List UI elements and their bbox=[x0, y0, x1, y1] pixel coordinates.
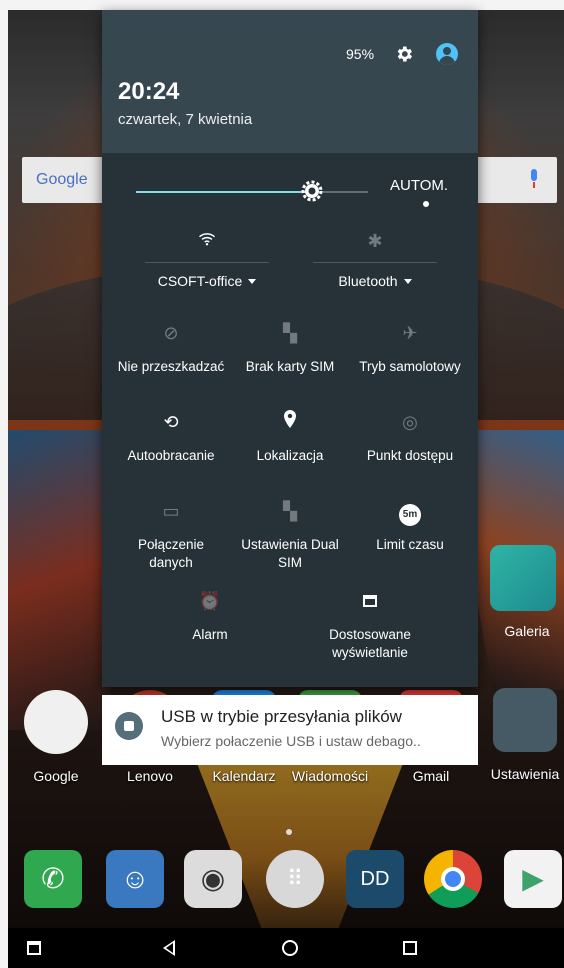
app-drawer-icon[interactable]: ⠿ bbox=[266, 850, 324, 908]
dnd-icon: ⊘ bbox=[163, 323, 179, 343]
dolby-app-icon[interactable]: DD bbox=[346, 850, 404, 908]
screen-border-left bbox=[0, 0, 8, 968]
google-logo: Google bbox=[36, 171, 88, 188]
home-app-google[interactable]: Google bbox=[16, 690, 96, 784]
chrome-app-icon[interactable] bbox=[424, 850, 482, 908]
tile-alarm[interactable]: ⏰ Alarm bbox=[147, 588, 273, 644]
wifi-dropdown-icon[interactable] bbox=[248, 279, 257, 284]
bluetooth-dropdown-icon[interactable] bbox=[403, 279, 412, 284]
brightness-row: AUTOM. bbox=[102, 153, 478, 223]
tile-dual-sim-settings[interactable]: ▚ Ustawienia Dual SIM bbox=[227, 498, 353, 572]
user-avatar-icon[interactable] bbox=[436, 43, 458, 65]
bluetooth-icon: ✱ bbox=[367, 231, 383, 251]
home-app-galeria[interactable]: Galeria bbox=[490, 545, 564, 639]
dual-sim-icon: ▚ bbox=[283, 501, 297, 521]
clock-time: 20:24 bbox=[118, 78, 180, 105]
play-store-app-icon[interactable]: ▶ bbox=[504, 850, 562, 908]
auto-brightness-indicator bbox=[423, 201, 429, 207]
alarm-icon: ⏰ bbox=[198, 591, 222, 611]
notification-text: Wybierz połaczenie USB i ustaw debago.. bbox=[161, 733, 421, 749]
tile-mobile-data[interactable]: ▭ Połączenie danych bbox=[108, 498, 234, 572]
tile-wifi[interactable]: CSOFT-office bbox=[127, 228, 287, 289]
bluetooth-label: Bluetooth bbox=[338, 273, 398, 289]
shade-header: 95% 20:24 czwartek, 7 kwietnia bbox=[102, 10, 478, 153]
display-icon bbox=[307, 588, 433, 614]
galeria-icon bbox=[490, 545, 556, 611]
tile-airplane-mode[interactable]: ✈ Tryb samolotowy bbox=[347, 320, 473, 376]
home-app-ustawienia[interactable]: Ustawienia bbox=[486, 688, 564, 782]
phone-app-icon[interactable]: ✆ bbox=[24, 850, 82, 908]
no-sim-icon: ▚ bbox=[283, 323, 297, 343]
home-nav-icon[interactable] bbox=[276, 937, 304, 956]
timeout-icon: 5m bbox=[347, 498, 473, 526]
back-nav-icon[interactable] bbox=[155, 937, 183, 956]
tile-hotspot[interactable]: ◎ Punkt dostępu bbox=[347, 409, 473, 465]
location-icon bbox=[227, 409, 353, 435]
hotspot-icon: ◎ bbox=[402, 412, 418, 432]
brightness-thumb-icon[interactable] bbox=[300, 179, 324, 203]
navigation-bar bbox=[0, 928, 564, 968]
quick-settings-panel: 95% 20:24 czwartek, 7 kwietnia AUTOM. CS… bbox=[102, 10, 478, 687]
tile-custom-display[interactable]: Dostosowane wyświetlanie bbox=[307, 588, 433, 662]
tile-location[interactable]: Lokalizacja bbox=[227, 409, 353, 465]
usb-notification[interactable]: USB w trybie przesyłania plików Wybierz … bbox=[102, 695, 478, 765]
wifi-network-label: CSOFT-office bbox=[157, 273, 243, 289]
tile-do-not-disturb[interactable]: ⊘ Nie przeszkadzać bbox=[108, 320, 234, 376]
camera-app-icon[interactable]: ◉ bbox=[184, 850, 242, 908]
page-indicator bbox=[286, 829, 292, 835]
airplane-icon: ✈ bbox=[402, 323, 418, 343]
data-icon: ▭ bbox=[162, 501, 180, 521]
android-usb-icon bbox=[115, 712, 143, 740]
tile-bluetooth[interactable]: ✱ Bluetooth bbox=[295, 228, 455, 289]
tile-screen-timeout[interactable]: 5m Limit czasu bbox=[347, 498, 473, 554]
auto-brightness-toggle[interactable]: AUTOM. bbox=[390, 177, 448, 194]
brightness-slider-fill bbox=[136, 191, 313, 193]
recent-apps-nav-icon[interactable] bbox=[396, 937, 424, 955]
gear-icon[interactable] bbox=[394, 44, 414, 64]
tile-no-sim[interactable]: ▚ Brak karty SIM bbox=[227, 320, 353, 376]
wifi-icon bbox=[127, 228, 287, 254]
contacts-app-icon[interactable]: ☺ bbox=[106, 850, 164, 908]
battery-level: 95% bbox=[346, 46, 375, 62]
rotate-icon: ⟲ bbox=[163, 412, 179, 432]
mic-icon[interactable] bbox=[529, 169, 539, 189]
notification-title: USB w trybie przesyłania plików bbox=[161, 707, 402, 726]
screen-border-top bbox=[0, 0, 564, 10]
date-text: czwartek, 7 kwietnia bbox=[118, 111, 253, 128]
menu-nav-icon[interactable] bbox=[20, 937, 48, 955]
tile-auto-rotate[interactable]: ⟲ Autoobracanie bbox=[108, 409, 234, 465]
